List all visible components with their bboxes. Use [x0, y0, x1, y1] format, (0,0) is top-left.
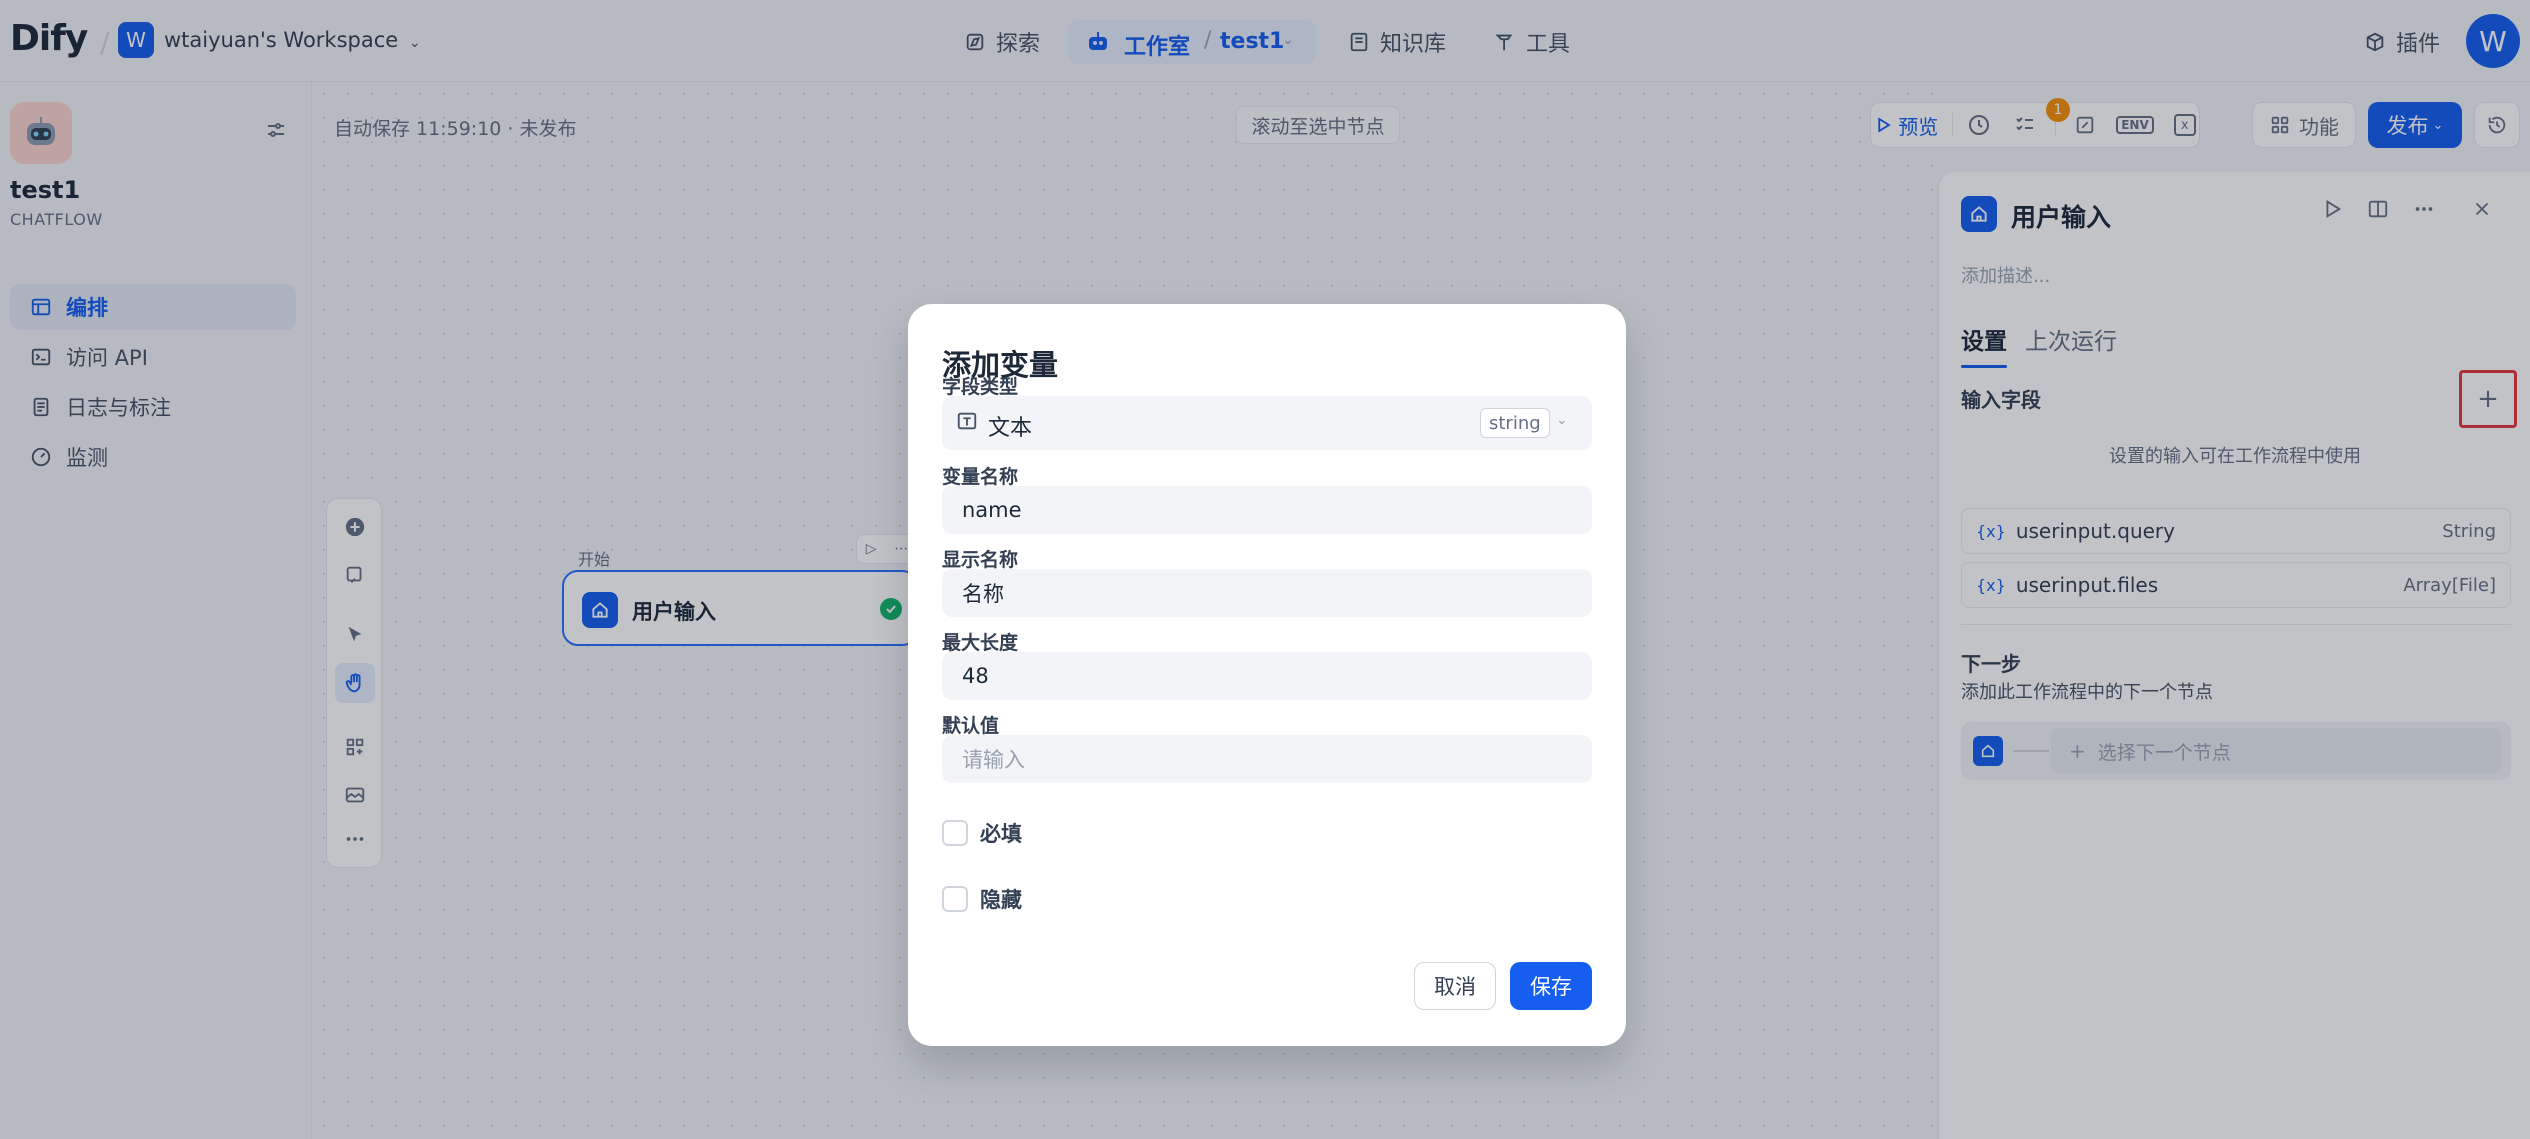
- display-name-input[interactable]: 名称: [942, 569, 1592, 617]
- max-length-label: 最大长度: [942, 632, 1019, 654]
- field-type-select[interactable]: 文本 string ⌄: [942, 396, 1592, 450]
- required-checkbox[interactable]: [942, 820, 968, 846]
- field-type-value: 文本: [988, 416, 1033, 441]
- add-variable-dialog: 添加变量 字段类型 文本 string ⌄ 变量名称 name 显示名称 名称 …: [908, 304, 1626, 1046]
- required-label: 必填: [980, 822, 1022, 846]
- variable-name-label: 变量名称: [942, 466, 1019, 488]
- chevron-down-icon: ⌄: [1556, 412, 1568, 428]
- save-button[interactable]: 保存: [1510, 962, 1592, 1010]
- required-checkbox-row[interactable]: 必填: [942, 818, 1022, 848]
- text-type-icon: [957, 412, 977, 430]
- field-type-label: 字段类型: [942, 376, 1019, 398]
- hidden-label: 隐藏: [980, 888, 1022, 912]
- max-length-input[interactable]: 48: [942, 652, 1592, 700]
- cancel-button[interactable]: 取消: [1414, 962, 1496, 1010]
- hidden-checkbox[interactable]: [942, 886, 968, 912]
- display-name-label: 显示名称: [942, 549, 1019, 571]
- default-value-input[interactable]: 请输入: [942, 735, 1592, 783]
- hidden-checkbox-row[interactable]: 隐藏: [942, 884, 1022, 914]
- type-badge: string: [1480, 408, 1550, 438]
- default-value-label: 默认值: [942, 715, 1000, 737]
- variable-name-input[interactable]: name: [942, 486, 1592, 534]
